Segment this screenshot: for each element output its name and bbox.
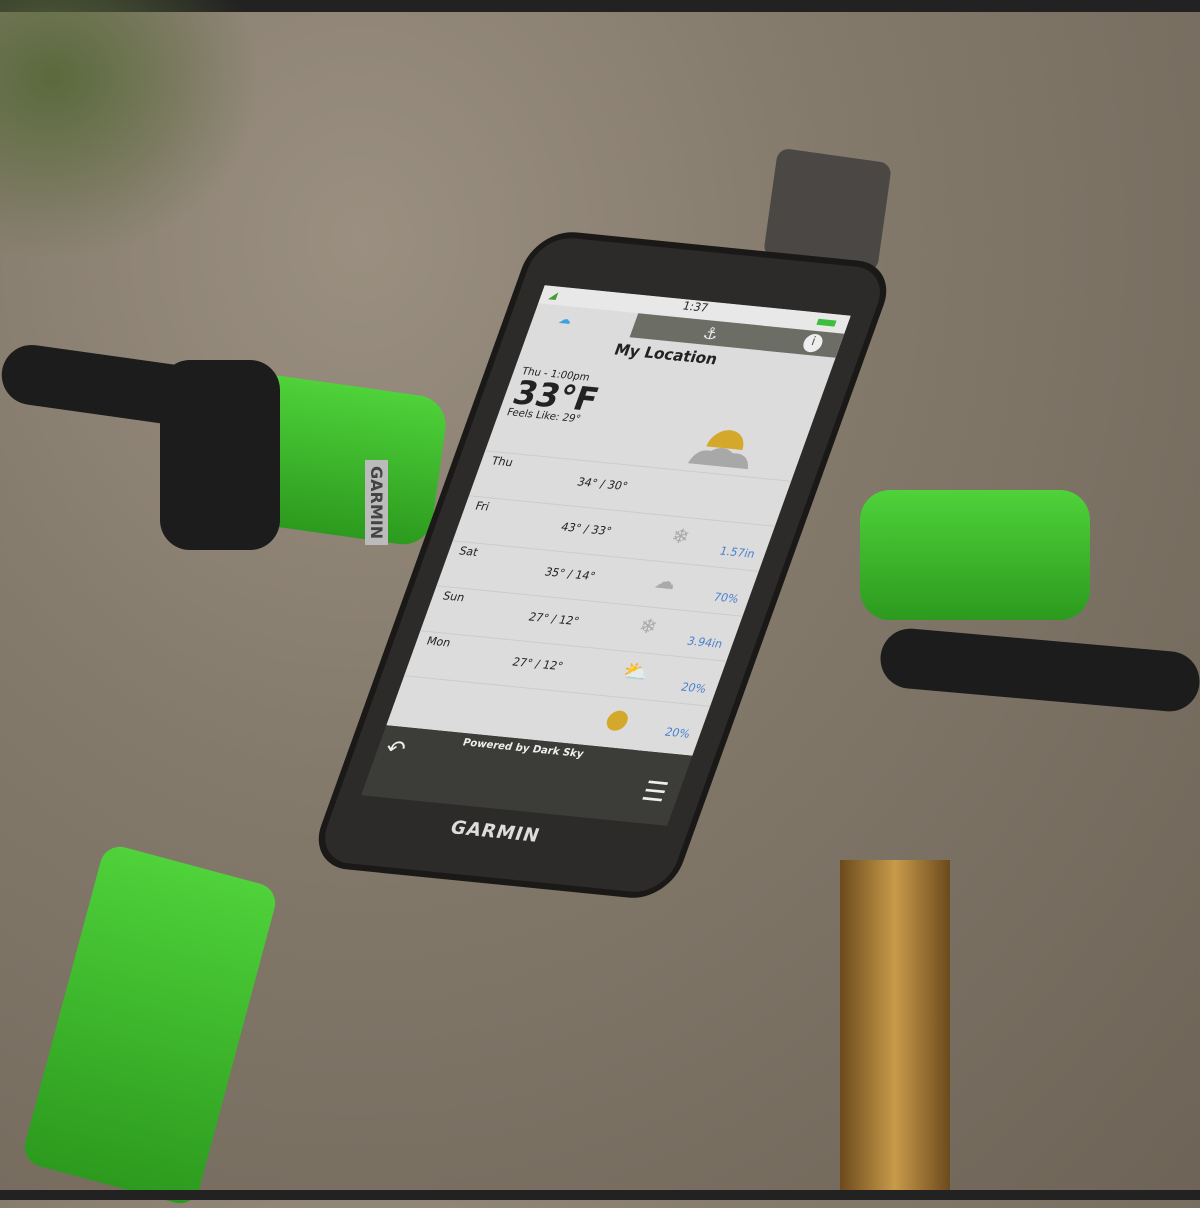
current-conditions: Thu - 1:00pm 33°F Feels Like: 29° [505,366,606,426]
day: Fri [473,499,492,514]
bottom-border [0,1190,1200,1200]
temps: 27° / 12° [510,655,565,674]
signal-icon: ◢ [547,290,559,302]
snow-icon: ❄ [667,523,694,549]
partly-sunny-icon: ⛅ [619,658,653,685]
mount-post [762,147,893,273]
precip: 3.94in [685,634,725,651]
battery-icon [816,318,837,327]
menu-icon[interactable]: ☰ [638,776,672,808]
location-icon[interactable]: ⚓ [700,323,721,343]
fork-tube [840,860,950,1190]
device-logo: GARMIN [447,817,544,847]
precip: 20% [662,725,693,741]
precip: 70% [711,590,741,606]
screen[interactable]: ◢ 1:37 ☁ ⚓ i My Location Thu - 1:00pm 33… [386,285,851,756]
bar-clamp [160,360,280,550]
day: Sat [457,544,480,560]
back-arrow-icon[interactable]: ↶ [382,736,409,763]
precip: 20% [679,680,709,696]
temps: 34° / 30° [575,475,630,494]
partly-cloudy-icon [687,430,748,470]
day: Thu [489,454,515,470]
day: Mon [424,634,453,650]
gps-device: ◢ 1:37 ☁ ⚓ i My Location Thu - 1:00pm 33… [315,235,890,895]
temps: 35° / 14° [542,565,598,584]
clock: 1:37 [680,299,711,315]
handlebar-pad-right [860,490,1090,620]
sun-icon: ● [601,703,635,736]
rain-cloud-icon: ☁ [651,568,681,595]
info-icon[interactable]: i [800,333,826,353]
day: Sun [440,589,467,605]
precip: 1.57in [717,544,757,561]
temps: 43° / 33° [559,520,614,539]
fender [20,842,280,1208]
mount-logo: GARMIN [365,460,388,546]
handlebar-right [877,626,1200,714]
temps: 27° / 12° [526,610,582,629]
snow-icon: ❄ [635,613,661,639]
cloud-icon: ☁ [557,311,575,327]
forecast-list: Thu 34° / 30° Fri 43° / 33° ❄ 1.57in Sat 35° … [388,450,792,751]
background-grass [0,0,260,260]
